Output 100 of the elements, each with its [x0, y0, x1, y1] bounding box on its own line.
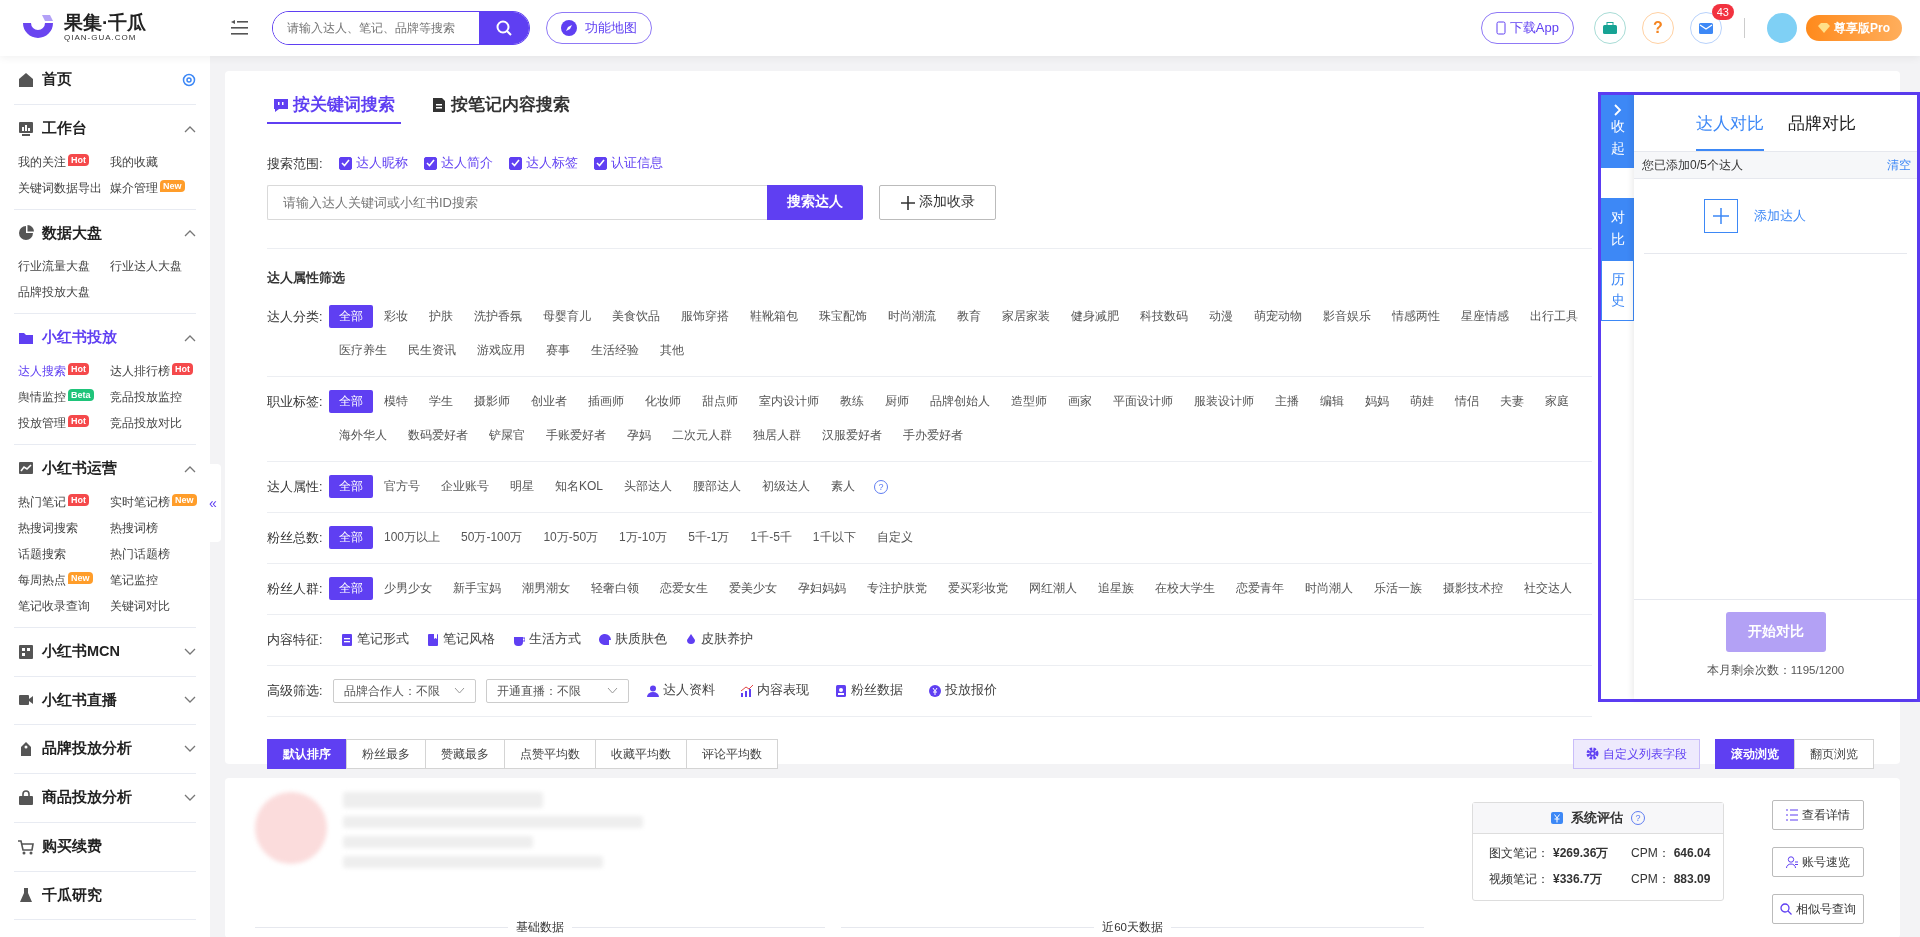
filter-option[interactable]: 官方号 — [374, 475, 430, 499]
filter-option[interactable]: 服装设计师 — [1184, 390, 1264, 414]
download-app-button[interactable]: 下载App — [1480, 12, 1574, 44]
sort-option[interactable]: 收藏平均数 — [595, 738, 687, 769]
sort-option[interactable]: 赞藏最多 — [425, 738, 505, 769]
filter-option[interactable]: 护肤 — [419, 305, 463, 329]
filter-option[interactable]: 1千以下 — [802, 526, 866, 550]
sort-option[interactable]: 粉丝最多 — [346, 738, 426, 769]
filter-option[interactable]: 萌娃 — [1400, 390, 1444, 414]
filter-option[interactable]: 社交达人 — [1514, 577, 1582, 601]
filter-link[interactable]: 内容表现 — [741, 681, 809, 701]
compare-tab[interactable]: 品牌对比 — [1787, 95, 1856, 151]
filter-option[interactable]: 家庭 — [1535, 390, 1579, 414]
feature-filter[interactable]: 生活方式 — [513, 630, 581, 650]
filter-option[interactable]: 教练 — [830, 390, 874, 414]
sidebar-item[interactable]: 行业达人大盘 — [110, 259, 182, 274]
filter-option[interactable]: 夫妻 — [1490, 390, 1534, 414]
filter-option[interactable]: 明星 — [500, 475, 544, 499]
settings-icon[interactable] — [182, 72, 196, 87]
filter-option[interactable]: 化妆师 — [635, 390, 691, 414]
filter-option[interactable]: 游戏应用 — [467, 339, 535, 363]
filter-option[interactable]: 平面设计师 — [1103, 390, 1183, 414]
filter-option[interactable]: 出行工具 — [1520, 305, 1588, 329]
filter-option[interactable]: 模特 — [374, 390, 418, 414]
filter-option[interactable]: 美食饮品 — [602, 305, 670, 329]
filter-option[interactable]: 动漫 — [1199, 305, 1243, 329]
checkbox[interactable] — [423, 156, 437, 170]
filter-option[interactable]: 新手宝妈 — [443, 577, 511, 601]
filter-option[interactable]: 知名KOL — [545, 475, 613, 499]
filter-option[interactable]: 摄影技术控 — [1433, 577, 1513, 601]
search-influencer-button[interactable]: 搜索达人 — [767, 185, 863, 220]
filter-option[interactable]: 1万-10万 — [609, 526, 678, 550]
filter-option[interactable]: 主播 — [1265, 390, 1309, 414]
search-button[interactable] — [479, 12, 529, 44]
filter-option[interactable]: 科技数码 — [1130, 305, 1198, 329]
sidebar-section-title[interactable]: 小红书MCN — [42, 640, 176, 663]
sidebar-section-title[interactable]: 小红书直播 — [42, 689, 176, 712]
filter-link[interactable]: 达人资料 — [647, 681, 715, 701]
filter-option[interactable]: 星座情感 — [1451, 305, 1519, 329]
filter-option[interactable]: 追星族 — [1088, 577, 1144, 601]
sidebar-section-title[interactable]: 商品投放分析 — [42, 787, 176, 809]
filter-option[interactable]: 甜点师 — [692, 390, 748, 414]
filter-option[interactable]: 自定义 — [866, 526, 923, 550]
filter-option[interactable]: 民生资讯 — [398, 339, 466, 363]
filter-option[interactable]: 服饰穿搭 — [671, 305, 739, 329]
filter-option[interactable]: 室内设计师 — [749, 390, 829, 414]
filter-option[interactable]: 1千-5千 — [740, 526, 802, 550]
sidebar-section-title[interactable]: 品牌投放分析 — [42, 738, 176, 760]
filter-option[interactable]: 画家 — [1058, 390, 1102, 414]
filter-option[interactable]: 初级达人 — [752, 475, 820, 499]
sidebar-section-title[interactable]: 小红书运营 — [42, 458, 176, 480]
chevron-down-icon[interactable] — [184, 696, 196, 705]
sidebar-section-title[interactable]: 数据大盘 — [42, 222, 176, 245]
chevron-down-icon[interactable] — [184, 745, 196, 754]
filter-option[interactable]: 编辑 — [1310, 390, 1354, 414]
filter-option[interactable]: 恋爱女生 — [650, 577, 718, 601]
checkbox-label[interactable]: 达人昵称 — [355, 153, 408, 173]
filter-option[interactable]: 独居人群 — [743, 424, 811, 448]
filter-option[interactable]: 二次元人群 — [662, 424, 742, 448]
sort-option[interactable]: 默认排序 — [267, 738, 347, 769]
filter-option[interactable]: 全部 — [329, 526, 373, 550]
filter-option[interactable]: 影音娱乐 — [1313, 305, 1381, 329]
filter-option[interactable]: 时尚潮流 — [878, 305, 946, 329]
filter-option[interactable]: 情侣 — [1445, 390, 1489, 414]
add-influencer-link[interactable]: 添加达人 — [1754, 205, 1806, 226]
filter-option[interactable]: 时尚潮人 — [1295, 577, 1363, 601]
filter-option[interactable]: 家居家装 — [992, 305, 1060, 329]
sidebar-item[interactable]: 笔记监控 — [110, 572, 158, 587]
checkbox-label[interactable]: 达人标签 — [525, 153, 578, 173]
filter-option[interactable]: 情感两性 — [1382, 305, 1450, 329]
filter-option[interactable]: 恋爱青年 — [1226, 577, 1294, 601]
filter-option[interactable]: 孕妇妈妈 — [788, 577, 856, 601]
sidebar-section-title[interactable]: 首页 — [42, 69, 174, 91]
checkbox-label[interactable]: 认证信息 — [610, 153, 663, 173]
filter-option[interactable]: 少男少女 — [374, 577, 442, 601]
sidebar-item[interactable]: 竞品投放监控 — [110, 390, 182, 404]
chevron-up-icon[interactable] — [184, 229, 196, 238]
filter-option[interactable]: 头部达人 — [614, 475, 682, 499]
feature-filter[interactable]: 肤质肤色 — [599, 630, 667, 650]
filter-option[interactable]: 5千-1万 — [678, 526, 740, 550]
filter-option[interactable]: 全部 — [329, 577, 373, 601]
filter-option[interactable]: 鞋靴箱包 — [740, 305, 808, 329]
add-influencer-button[interactable] — [1704, 198, 1738, 233]
filter-option[interactable]: 萌宠动物 — [1244, 305, 1312, 329]
filter-option[interactable]: 在校大学生 — [1145, 577, 1225, 601]
filter-dropdown[interactable]: 品牌合作人：不限 — [333, 678, 476, 703]
filter-option[interactable]: 专注护肤党 — [857, 577, 937, 601]
filter-option[interactable]: 全部 — [329, 390, 373, 414]
chevron-down-icon[interactable] — [184, 793, 196, 802]
filter-option[interactable]: 爱美少女 — [719, 577, 787, 601]
checkbox[interactable] — [593, 156, 607, 170]
view-mode-option[interactable]: 滚动浏览 — [1715, 738, 1795, 769]
filter-option[interactable]: 全部 — [329, 305, 373, 329]
search-field[interactable]: 请输入达人、笔记、品牌等搜索 — [272, 11, 530, 45]
filter-option[interactable]: 品牌创始人 — [920, 390, 1000, 414]
filter-option[interactable]: 轻奢白领 — [581, 577, 649, 601]
filter-option[interactable]: 海外华人 — [329, 424, 397, 448]
view-mode-option[interactable]: 翻页浏览 — [1794, 738, 1874, 769]
sidebar-section-title[interactable]: 小红书投放 — [42, 327, 176, 349]
custom-fields-button[interactable]: 自定义列表字段 — [1573, 738, 1700, 769]
